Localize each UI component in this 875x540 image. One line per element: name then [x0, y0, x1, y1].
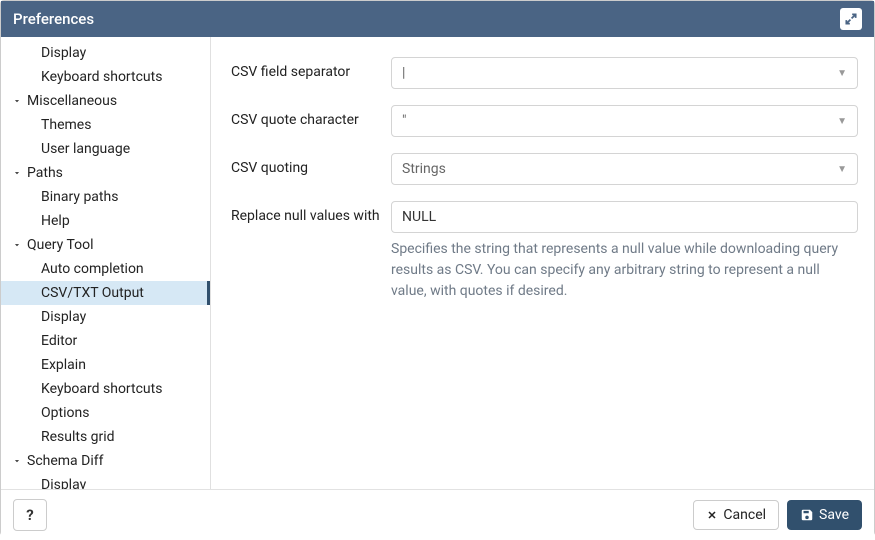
sidebar-item-label: Explain [41, 357, 86, 373]
sidebar-item-schema-diff[interactable]: Schema Diff [1, 449, 210, 473]
sidebar-item-results-grid[interactable]: Results grid [1, 425, 210, 449]
sidebar-item-keyboard-shortcuts[interactable]: Keyboard shortcuts [1, 65, 210, 89]
sidebar-item-label: Binary paths [41, 189, 118, 205]
sidebar-item-label: CSV/TXT Output [41, 285, 144, 301]
chevron-down-icon [11, 239, 23, 251]
sidebar-item-options[interactable]: Options [1, 401, 210, 425]
csv-field-separator-label: CSV field separator [231, 57, 391, 80]
csv-field-separator-value: | [402, 65, 405, 81]
replace-null-input[interactable]: NULL [391, 201, 858, 233]
sidebar-item-editor[interactable]: Editor [1, 329, 210, 353]
cancel-button[interactable]: Cancel [693, 500, 779, 530]
sidebar-item-label: Paths [27, 165, 63, 181]
sidebar-item-explain[interactable]: Explain [1, 353, 210, 377]
cancel-label: Cancel [723, 507, 766, 523]
footer: ? Cancel Save [1, 489, 874, 540]
sidebar-item-display[interactable]: Display [1, 305, 210, 329]
csv-quote-character-select[interactable]: " ▼ [391, 105, 858, 137]
expand-button[interactable] [840, 8, 862, 30]
sidebar-item-label: Options [41, 405, 89, 421]
help-icon: ? [26, 506, 33, 524]
csv-quoting-label: CSV quoting [231, 153, 391, 176]
save-label: Save [819, 507, 849, 523]
sidebar-item-help[interactable]: Help [1, 209, 210, 233]
sidebar-item-binary-paths[interactable]: Binary paths [1, 185, 210, 209]
sidebar-item-label: Help [41, 213, 70, 229]
chevron-down-icon [11, 95, 23, 107]
csv-quoting-select[interactable]: Strings ▼ [391, 153, 858, 185]
sidebar-item-display[interactable]: Display [1, 41, 210, 65]
sidebar-item-label: User language [41, 141, 130, 157]
csv-quoting-value: Strings [402, 161, 446, 177]
csv-quote-character-label: CSV quote character [231, 105, 391, 128]
expand-icon [844, 12, 858, 26]
sidebar-item-label: Display [41, 309, 86, 325]
chevron-down-icon [11, 455, 23, 467]
sidebar-item-themes[interactable]: Themes [1, 113, 210, 137]
sidebar-item-label: Display [41, 477, 86, 489]
sidebar-item-display[interactable]: Display [1, 473, 210, 489]
dialog-title: Preferences [13, 10, 94, 28]
sidebar-item-label: Keyboard shortcuts [41, 69, 162, 85]
sidebar-item-label: Results grid [41, 429, 115, 445]
sidebar-item-label: Auto completion [41, 261, 144, 277]
replace-null-label: Replace null values with [231, 201, 391, 224]
sidebar-item-label: Display [41, 45, 86, 61]
save-button[interactable]: Save [787, 500, 862, 530]
sidebar-item-label: Miscellaneous [27, 93, 117, 109]
close-icon [706, 509, 718, 521]
sidebar-item-user-language[interactable]: User language [1, 137, 210, 161]
sidebar-item-label: Schema Diff [27, 453, 103, 469]
chevron-down-icon: ▼ [837, 116, 847, 127]
main-panel: CSV field separator | ▼ CSV quote charac… [211, 37, 874, 489]
csv-quote-character-value: " [402, 113, 406, 129]
sidebar-item-label: Themes [41, 117, 91, 133]
sidebar-item-query-tool[interactable]: Query Tool [1, 233, 210, 257]
chevron-down-icon: ▼ [837, 164, 847, 175]
help-button[interactable]: ? [13, 499, 47, 531]
sidebar-item-miscellaneous[interactable]: Miscellaneous [1, 89, 210, 113]
titlebar: Preferences [1, 1, 874, 37]
replace-null-help: Specifies the string that represents a n… [391, 239, 858, 302]
sidebar-item-keyboard-shortcuts[interactable]: Keyboard shortcuts [1, 377, 210, 401]
sidebar-item-csv-txt-output[interactable]: CSV/TXT Output [1, 281, 210, 305]
chevron-down-icon [11, 167, 23, 179]
sidebar-item-label: Query Tool [27, 237, 94, 253]
csv-field-separator-select[interactable]: | ▼ [391, 57, 858, 89]
sidebar[interactable]: Display Keyboard shortcuts Miscellaneous Th… [1, 37, 211, 489]
sidebar-item-auto-completion[interactable]: Auto completion [1, 257, 210, 281]
chevron-down-icon: ▼ [837, 68, 847, 79]
replace-null-value: NULL [402, 209, 436, 225]
sidebar-item-label: Editor [41, 333, 77, 349]
sidebar-item-label: Keyboard shortcuts [41, 381, 162, 397]
save-icon [800, 508, 814, 522]
sidebar-item-paths[interactable]: Paths [1, 161, 210, 185]
